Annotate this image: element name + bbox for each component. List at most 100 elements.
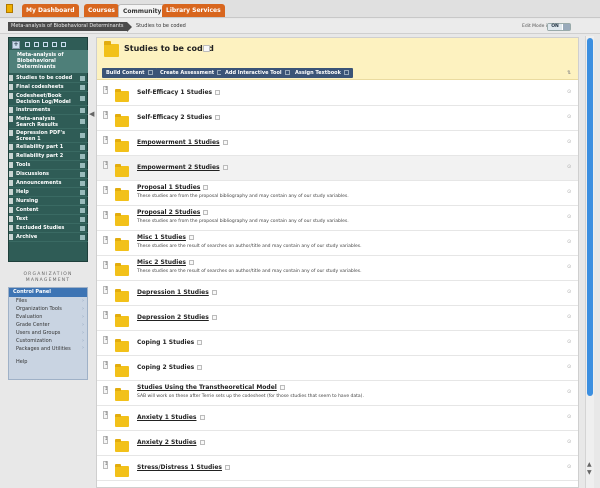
options-icon[interactable] — [80, 235, 85, 240]
content-item[interactable]: ↕ Empowerment 2 Studies ⊙ — [97, 156, 578, 181]
add-menu-item-button[interactable]: + — [12, 41, 20, 49]
options-icon[interactable] — [80, 208, 85, 213]
control-panel-item[interactable]: Customization › — [9, 337, 87, 345]
item-options-icon[interactable]: ⊙ — [567, 189, 571, 195]
content-item[interactable]: ↕ Anxiety 1 Studies ⊙ — [97, 406, 578, 431]
chevron-down-icon[interactable] — [225, 465, 231, 470]
drag-handle-icon[interactable] — [9, 153, 13, 159]
sidebar-item-text[interactable]: Text — [9, 215, 88, 224]
options-icon[interactable] — [80, 172, 85, 177]
content-item[interactable]: ↕ Studies Using the Transtheoretical Mode… — [97, 381, 578, 406]
chevron-down-icon[interactable] — [222, 140, 228, 145]
sidebar-item-studies-to-be-coded[interactable]: Studies to be coded — [9, 74, 88, 83]
content-item-title[interactable]: Studies Using the Transtheoretical Model — [137, 384, 285, 391]
control-panel-title[interactable]: Control Panel — [9, 288, 87, 297]
sidebar-item-archive[interactable]: Archive — [9, 233, 88, 242]
options-icon[interactable] — [80, 108, 85, 113]
sidebar-item-reliability-2[interactable]: Reliability part 2 — [9, 152, 88, 161]
drag-handle-icon[interactable] — [9, 84, 13, 90]
chevron-down-icon[interactable] — [188, 235, 194, 240]
chevron-down-icon[interactable] — [199, 440, 205, 445]
chevron-down-icon[interactable] — [215, 115, 221, 120]
control-panel-item[interactable]: Organization Tools › — [9, 305, 87, 313]
options-icon[interactable] — [80, 154, 85, 159]
options-icon[interactable] — [80, 85, 85, 90]
item-options-icon[interactable]: ⊙ — [567, 114, 571, 120]
refresh-icon[interactable] — [43, 42, 48, 47]
chevron-down-icon[interactable] — [211, 315, 217, 320]
course-title[interactable]: Meta-analysis of Biobehavioral Determina… — [9, 50, 88, 73]
drag-handle-icon[interactable] — [9, 93, 13, 99]
edit-mode-toggle[interactable]: ON — [547, 23, 571, 31]
sidebar-item-instruments[interactable]: Instruments — [9, 106, 88, 115]
scroll-up-icon[interactable]: ▲ — [587, 461, 592, 468]
breadcrumb-course[interactable]: Meta-analysis of Biobehavioral Determina… — [8, 22, 127, 31]
drag-handle-icon[interactable] — [9, 207, 13, 213]
content-item-title[interactable]: Misc 1 Studies — [137, 234, 194, 241]
chevron-down-icon[interactable] — [203, 45, 210, 52]
item-options-icon[interactable]: ⊙ — [567, 464, 571, 470]
sidebar-item-help[interactable]: Help — [9, 188, 88, 197]
content-item-title[interactable]: Depression 2 Studies — [137, 314, 217, 321]
build-content-button[interactable]: Build Content — [102, 68, 157, 78]
home-icon[interactable] — [6, 4, 13, 13]
drag-handle-icon[interactable] — [9, 144, 13, 150]
options-icon[interactable] — [80, 133, 85, 138]
item-options-icon[interactable]: ⊙ — [567, 164, 571, 170]
drag-handle-icon[interactable] — [9, 171, 13, 177]
chevron-down-icon[interactable] — [199, 415, 205, 420]
content-item[interactable]: ↕ Coping 1 Studies ⊙ — [97, 331, 578, 356]
item-options-icon[interactable]: ⊙ — [567, 314, 571, 320]
sidebar-item-meta-analysis-search-results[interactable]: Meta-analysis Search Results — [9, 115, 88, 129]
content-item[interactable]: ↕ Self-Efficacy 1 Studies ⊙ — [97, 81, 578, 106]
options-icon[interactable] — [80, 119, 85, 124]
control-panel-item[interactable]: Files › — [9, 297, 87, 305]
content-item[interactable]: ↕ Anxiety 2 Studies ⊙ — [97, 431, 578, 456]
sidebar-item-content[interactable]: Content — [9, 206, 88, 215]
content-item-title[interactable]: Misc 2 Studies — [137, 259, 194, 266]
scroll-down-icon[interactable]: ▼ — [587, 469, 592, 476]
chevron-down-icon[interactable] — [279, 385, 285, 390]
collapse-menu-icon[interactable]: ◀ — [89, 110, 94, 118]
control-panel-item[interactable]: Grade Center › — [9, 321, 87, 329]
drag-handle-icon[interactable]: ↕ — [103, 186, 108, 194]
content-item-title[interactable]: Coping 1 Studies — [137, 339, 203, 346]
item-options-icon[interactable]: ⊙ — [567, 214, 571, 220]
sidebar-item-reliability-1[interactable]: Reliability part 1 — [9, 143, 88, 152]
drag-handle-icon[interactable] — [9, 189, 13, 195]
item-options-icon[interactable]: ⊙ — [567, 339, 571, 345]
options-icon[interactable] — [80, 76, 85, 81]
sidebar-item-tools[interactable]: Tools — [9, 161, 88, 170]
sidebar-item-announcements[interactable]: Announcements — [9, 179, 88, 188]
sidebar-item-final-codesheets[interactable]: Final codesheets — [9, 83, 88, 92]
tab-my-dashboard[interactable]: My Dashboard — [22, 4, 79, 17]
item-options-icon[interactable]: ⊙ — [567, 364, 571, 370]
drag-handle-icon[interactable] — [9, 162, 13, 168]
item-options-icon[interactable]: ⊙ — [567, 289, 571, 295]
tab-library-services[interactable]: Library Services — [162, 4, 225, 17]
drag-handle-icon[interactable]: ↕ — [103, 86, 108, 94]
drag-handle-icon[interactable]: ↕ — [103, 461, 108, 469]
chevron-down-icon[interactable] — [203, 185, 209, 190]
chevron-down-icon[interactable] — [211, 290, 217, 295]
control-panel-item[interactable]: Packages and Utilities › — [9, 345, 87, 358]
content-item-title[interactable]: Stress/Distress 1 Studies — [137, 464, 231, 471]
create-assessment-button[interactable]: Create Assessment — [156, 68, 227, 78]
chevron-down-icon[interactable] — [188, 260, 194, 265]
folder-view-icon[interactable] — [25, 42, 30, 47]
content-item[interactable]: ↕ Depression 2 Studies ⊙ — [97, 306, 578, 331]
drag-handle-icon[interactable] — [9, 198, 13, 204]
drag-handle-icon[interactable]: ↕ — [103, 136, 108, 144]
chevron-down-icon[interactable] — [203, 210, 209, 215]
options-icon[interactable] — [80, 199, 85, 204]
drag-handle-icon[interactable] — [9, 107, 13, 113]
scrollbar[interactable]: ▲ ▼ — [585, 36, 594, 488]
content-item[interactable]: ↕ Coping 2 Studies ⊙ — [97, 356, 578, 381]
item-options-icon[interactable]: ⊙ — [567, 414, 571, 420]
content-item[interactable]: ↕ Empowerment 1 Studies ⊙ — [97, 131, 578, 156]
item-options-icon[interactable]: ⊙ — [567, 439, 571, 445]
tab-community[interactable]: Community — [118, 4, 167, 17]
control-panel-item[interactable]: Help — [9, 358, 87, 366]
options-icon[interactable] — [80, 181, 85, 186]
reorder-icon[interactable]: ⇅ — [567, 70, 571, 76]
